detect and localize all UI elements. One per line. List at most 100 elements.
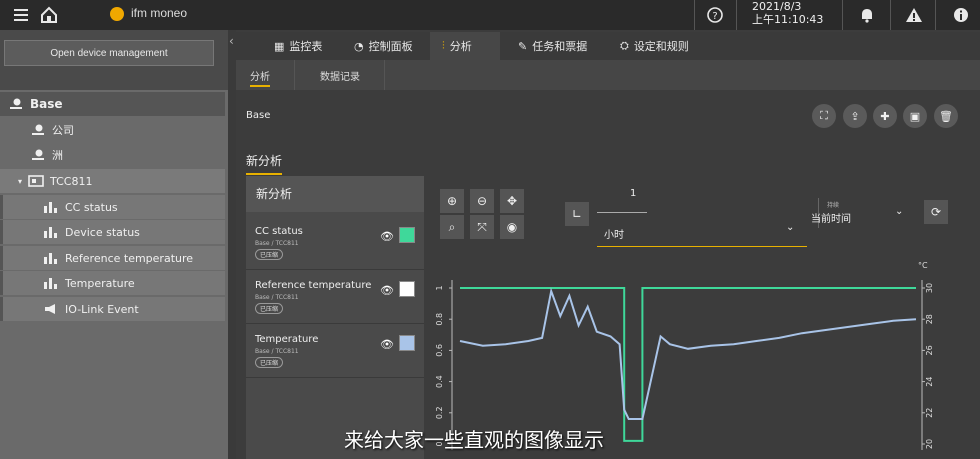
color-swatch[interactable] xyxy=(399,281,415,297)
tree-item-continent[interactable]: 洲 xyxy=(0,143,225,167)
location-icon xyxy=(30,148,46,162)
chart-bar-icon xyxy=(43,225,59,239)
tree-item-temperature[interactable]: Temperature xyxy=(0,271,225,295)
tree-item-io-link-event[interactable]: IO-Link Event xyxy=(0,297,225,321)
time-mode-button[interactable]: ∟ xyxy=(565,202,589,226)
tab-label: 监控表 xyxy=(289,40,323,53)
time-unit-select[interactable]: 小时 xyxy=(604,226,624,241)
eye-icon[interactable]: 👁 xyxy=(380,230,394,243)
help-icon[interactable]: ? xyxy=(706,6,724,24)
top-bar: ifm moneo ? 2021/8/3 上午11:10:43 xyxy=(0,0,980,30)
tree-item-label: Temperature xyxy=(65,276,135,290)
fullscreen-icon: ⛶ xyxy=(820,109,828,122)
signal-name: Temperature xyxy=(255,334,319,345)
divider xyxy=(294,60,295,90)
open-device-management-button[interactable]: Open device management xyxy=(4,40,214,66)
eye-icon[interactable]: 👁 xyxy=(380,284,394,297)
chevron-down-icon[interactable]: ⌄ xyxy=(786,222,794,233)
divider xyxy=(935,0,936,30)
left-tick-label: 1 xyxy=(435,285,444,290)
add-button[interactable]: ✚ xyxy=(873,104,897,128)
search-icon: ⌕ xyxy=(448,219,456,234)
tab-label: 设定和规则 xyxy=(633,40,689,53)
time-amount[interactable]: 1 xyxy=(630,188,636,199)
time-underline xyxy=(597,246,807,247)
right-tick-label: 24 xyxy=(925,377,934,387)
date-text: 2021/8/3 xyxy=(752,0,802,13)
series-line-1 xyxy=(459,287,917,420)
subtab-analysis[interactable]: 分析 xyxy=(250,68,270,87)
color-swatch[interactable] xyxy=(399,227,415,243)
save-button[interactable]: ▣ xyxy=(903,104,927,128)
chart-bar-icon xyxy=(43,276,59,290)
range-value[interactable]: 当前时间 xyxy=(811,210,851,225)
menu-icon[interactable] xyxy=(12,6,30,24)
signal-row-temperature[interactable]: Temperature Base / TCC811 已压缩 👁 xyxy=(246,326,424,378)
divider xyxy=(842,0,843,30)
refresh-icon: ⟳ xyxy=(930,205,942,219)
color-swatch[interactable] xyxy=(399,335,415,351)
left-tick-label: 0.4 xyxy=(435,375,444,388)
pan-button[interactable]: ✥ xyxy=(500,189,524,213)
tab-analysis[interactable]: ⫶ 分析 xyxy=(430,32,500,60)
section-title: 新分析 xyxy=(246,152,283,175)
time-axis-icon: ∟ xyxy=(571,207,583,221)
eye-icon: ◉ xyxy=(506,220,518,234)
signal-path: Base / TCC811 xyxy=(255,294,299,301)
range-label: 持续 xyxy=(827,202,840,209)
series-line-0 xyxy=(460,287,916,442)
zoom-in-icon: ⊕ xyxy=(446,194,458,208)
warning-icon[interactable] xyxy=(905,6,923,24)
right-tick-label: 28 xyxy=(925,314,934,324)
divider xyxy=(694,0,695,30)
bell-icon[interactable] xyxy=(858,6,876,24)
video-subtitle: 来给大家一些直观的图像显示 xyxy=(344,428,604,452)
signal-row-cc-status[interactable]: CC status Base / TCC811 已压缩 👁 xyxy=(246,218,424,270)
tree-item-device[interactable]: ▾ TCC811 xyxy=(0,169,225,193)
signal-row-reference-temperature[interactable]: Reference temperature Base / TCC811 已压缩 … xyxy=(246,272,424,324)
visibility-button[interactable]: ◉ xyxy=(500,215,524,239)
chart-bar-icon xyxy=(43,251,59,265)
signal-panel: 新分析 CC status Base / TCC811 已压缩 👁 Refere… xyxy=(246,176,424,459)
home-icon[interactable] xyxy=(40,6,58,24)
task-icon: ✎ xyxy=(518,39,528,53)
tree-item-device-status[interactable]: Device status xyxy=(0,220,225,244)
tab-dashboard[interactable]: ◔ 控制面板 xyxy=(346,32,432,60)
compressed-badge: 已压缩 xyxy=(255,249,284,260)
app-title: ifm moneo xyxy=(131,6,188,20)
info-icon[interactable] xyxy=(952,6,970,24)
analysis-icon: ⫶ xyxy=(442,39,445,52)
time-text: 上午11:10:43 xyxy=(752,13,824,26)
zoom-in-button[interactable]: ⊕ xyxy=(440,189,464,213)
tree-item-company[interactable]: 公司 xyxy=(0,118,225,142)
right-tick-label: 30 xyxy=(925,283,934,293)
dashboard-icon: ◔ xyxy=(354,39,364,53)
zoom-out-button[interactable]: ⊖ xyxy=(470,189,494,213)
sub-tabs: 分析 数据记录 xyxy=(236,60,980,90)
tree-item-label: Reference temperature xyxy=(65,251,194,265)
signal-panel-title: 新分析 xyxy=(256,187,293,201)
fit-button[interactable]: ⤧ xyxy=(470,215,494,239)
chart-bar-icon xyxy=(43,200,59,214)
tree-item-cc-status[interactable]: CC status xyxy=(0,195,225,219)
tab-tasks[interactable]: ✎ 任务和票据 xyxy=(514,32,604,60)
tab-monitor[interactable]: ▦ 监控表 xyxy=(266,32,356,60)
eye-icon[interactable]: 👁 xyxy=(380,338,394,351)
divider xyxy=(736,0,737,30)
chevron-down-icon[interactable]: ⌄ xyxy=(895,206,903,217)
right-tick-label: 26 xyxy=(925,345,934,355)
location-icon xyxy=(8,97,24,111)
main-tabs: ▦ 监控表 ◔ 控制面板 ⫶ 分析 ✎ 任务和票据 ⛭ 设定和规则 xyxy=(236,32,980,60)
tree-item-base[interactable]: Base xyxy=(0,92,225,116)
context-label: Base xyxy=(246,110,271,121)
delete-button[interactable]: 🗑 xyxy=(934,104,958,128)
fullscreen-button[interactable]: ⛶ xyxy=(812,104,836,128)
upload-button[interactable]: ⇪ xyxy=(843,104,867,128)
refresh-button[interactable]: ⟳ xyxy=(924,200,948,224)
subtab-data-records[interactable]: 数据记录 xyxy=(320,68,360,83)
search-zoom-button[interactable]: ⌕ xyxy=(440,215,464,239)
tree-item-reference-temperature[interactable]: Reference temperature xyxy=(0,246,225,270)
caret-down-icon[interactable]: ▾ xyxy=(18,177,22,186)
move-icon: ✥ xyxy=(506,194,518,208)
tab-rules[interactable]: ⛭ 设定和规则 xyxy=(616,32,716,60)
